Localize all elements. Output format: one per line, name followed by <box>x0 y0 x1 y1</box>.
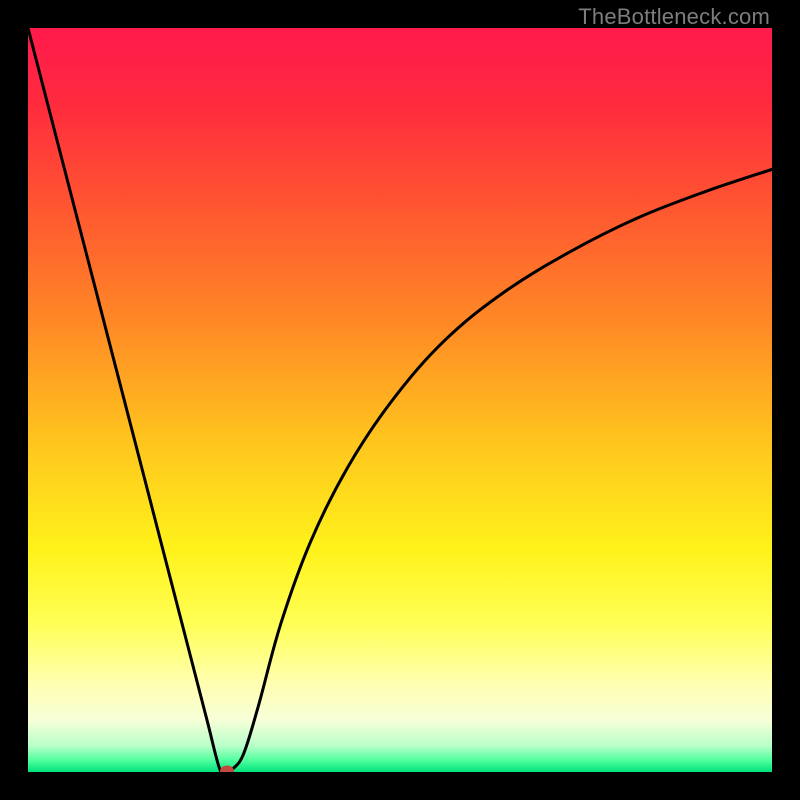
chart-frame: TheBottleneck.com <box>0 0 800 800</box>
plot-area <box>28 28 772 772</box>
chart-svg <box>28 28 772 772</box>
minimum-marker <box>220 765 234 772</box>
gradient-bg <box>28 28 772 772</box>
watermark-text: TheBottleneck.com <box>578 4 770 30</box>
